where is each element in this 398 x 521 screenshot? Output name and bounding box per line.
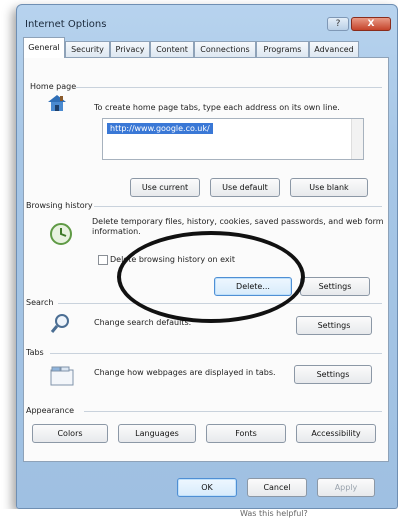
languages-button[interactable]: Languages [118, 424, 196, 443]
internet-options-dialog: Internet Options ? X General Security Pr… [16, 4, 398, 509]
use-blank-button[interactable]: Use blank [290, 178, 368, 197]
home-page-description: To create home page tabs, type each addr… [94, 103, 340, 112]
accessibility-button[interactable]: Accessibility [296, 424, 376, 443]
background-page-strip [0, 509, 398, 521]
tab-security[interactable]: Security [65, 41, 110, 57]
use-default-button[interactable]: Use default [210, 178, 280, 197]
appearance-heading: Appearance [26, 406, 75, 415]
home-page-icon [46, 92, 68, 114]
ok-button[interactable]: OK [177, 478, 237, 497]
delete-on-exit-checkbox[interactable] [98, 255, 108, 265]
appearance-divider [84, 411, 382, 412]
close-button[interactable]: X [351, 17, 391, 31]
tab-advanced[interactable]: Advanced [309, 41, 359, 57]
history-settings-button[interactable]: Settings [300, 277, 370, 296]
title-bar[interactable]: Internet Options ? X [17, 5, 397, 39]
help-button[interactable]: ? [327, 17, 349, 31]
tab-connections[interactable]: Connections [194, 41, 256, 57]
magnifier-icon [50, 312, 72, 334]
search-settings-button[interactable]: Settings [296, 316, 372, 335]
delete-on-exit-label: Delete browsing history on exit [110, 255, 235, 264]
browsing-history-icon [48, 222, 74, 246]
apply-button[interactable]: Apply [317, 478, 375, 497]
browsing-history-divider [94, 206, 382, 207]
use-current-button[interactable]: Use current [130, 178, 200, 197]
browsing-history-heading: Browsing history [26, 201, 93, 210]
home-page-heading: Home page [30, 82, 77, 91]
tabs-divider [50, 353, 382, 354]
fonts-button[interactable]: Fonts [206, 424, 286, 443]
tab-strip: General Security Privacy Content Connect… [23, 37, 385, 58]
search-description: Change search defaults. [94, 318, 192, 327]
background-helpful-text: Was this helpful? [240, 509, 308, 518]
tabbed-window-icon [50, 366, 74, 386]
home-page-divider [76, 87, 382, 88]
tab-general[interactable]: General [23, 37, 65, 58]
home-page-addresses-field[interactable]: http://www.google.co.uk/ [102, 118, 364, 160]
tab-programs[interactable]: Programs [256, 41, 309, 57]
tabs-settings-button[interactable]: Settings [294, 365, 372, 384]
browsing-history-description: Delete temporary files, history, cookies… [92, 217, 384, 236]
home-page-url: http://www.google.co.uk/ [107, 123, 213, 134]
home-page-scrollbar[interactable] [351, 119, 363, 159]
general-tab-panel: Home page To create home page tabs, type… [23, 57, 389, 462]
cancel-button[interactable]: Cancel [247, 478, 307, 497]
tab-privacy[interactable]: Privacy [110, 41, 150, 57]
colors-button[interactable]: Colors [32, 424, 108, 443]
search-divider [58, 303, 382, 304]
delete-history-button[interactable]: Delete... [214, 277, 292, 296]
search-heading: Search [26, 298, 54, 307]
tabs-heading: Tabs [26, 348, 44, 357]
tab-content[interactable]: Content [150, 41, 194, 57]
window-title: Internet Options [25, 19, 107, 30]
tabs-description: Change how webpages are displayed in tab… [94, 368, 276, 377]
